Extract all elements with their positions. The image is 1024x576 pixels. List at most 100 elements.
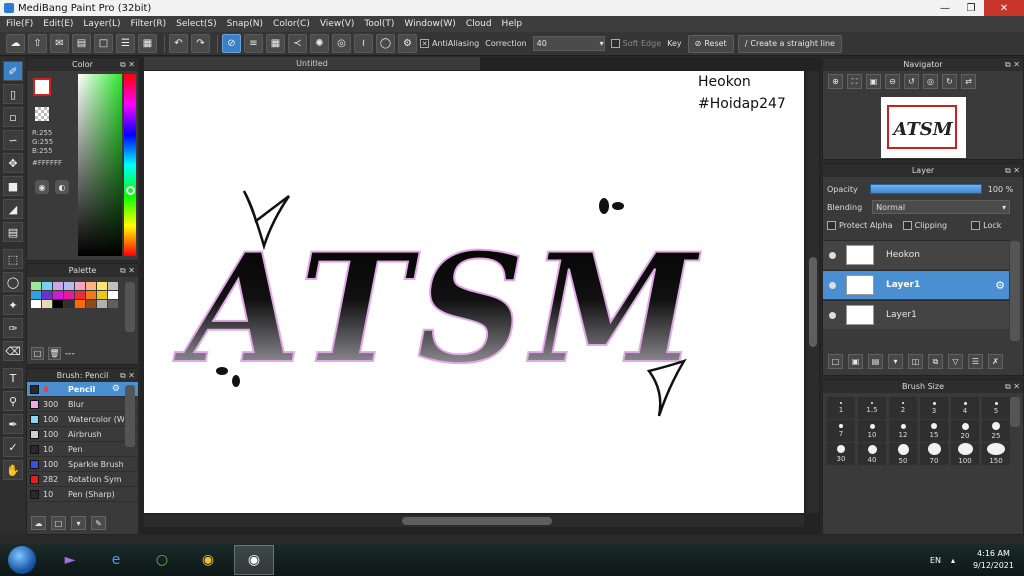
palette-swatch[interactable] — [42, 282, 52, 290]
navigator-viewport[interactable] — [887, 105, 957, 149]
redo-icon[interactable]: ↷ — [191, 34, 210, 53]
menu-edit[interactable]: Edit(E) — [43, 19, 73, 29]
new-palette-icon[interactable]: □ — [31, 347, 44, 360]
palette-swatch[interactable] — [75, 291, 85, 299]
document-icon[interactable]: □ — [94, 34, 113, 53]
straight-line-button[interactable]: ∕ Create a straight line — [737, 34, 842, 53]
brush-size-option[interactable]: 30 — [827, 443, 855, 465]
gear-icon[interactable]: ⚙ — [112, 384, 120, 394]
palette-swatch[interactable] — [108, 291, 118, 299]
brush-size-option[interactable]: 70 — [920, 443, 948, 465]
brush-item[interactable]: 100 Sparkle Brush — [27, 457, 138, 472]
hue-slider-handle[interactable] — [126, 186, 135, 195]
select-eraser-icon[interactable]: ⌫ — [3, 341, 23, 361]
menu-help[interactable]: Help — [502, 19, 523, 29]
snap-radial-icon[interactable]: ✺ — [310, 34, 329, 53]
comment-icon[interactable]: ✉ — [50, 34, 69, 53]
list-icon[interactable]: ☰ — [116, 34, 135, 53]
close-button[interactable]: ✕ — [984, 0, 1024, 16]
zoom-fit-icon[interactable]: ⛶ — [847, 74, 862, 89]
menu-layer[interactable]: Layer(L) — [83, 19, 120, 29]
menu-snap[interactable]: Snap(N) — [227, 19, 263, 29]
brush-size-option[interactable]: 20 — [951, 420, 979, 442]
rotate-reset-icon[interactable]: ◎ — [923, 74, 938, 89]
palette-swatch[interactable] — [108, 300, 118, 308]
folder-icon[interactable]: ◫ — [908, 354, 923, 369]
dot-tool-icon[interactable]: ▫ — [3, 107, 23, 127]
brush-size-option[interactable]: 100 — [951, 443, 979, 465]
add-layer-menu-icon[interactable]: ▾ — [888, 354, 903, 369]
rotate-right-icon[interactable]: ↻ — [942, 74, 957, 89]
menu-file[interactable]: File(F) — [6, 19, 33, 29]
navigator-thumbnail[interactable]: ATSM — [881, 97, 966, 158]
soft-edge-toggle[interactable]: Soft Edge — [610, 39, 661, 48]
zoom-actual-icon[interactable]: ▣ — [866, 74, 881, 89]
layer-item[interactable]: Heokon — [823, 240, 1009, 269]
protect-alpha-checkbox[interactable] — [827, 220, 836, 230]
zoom-in-icon[interactable]: ⊕ — [828, 74, 843, 89]
palette-swatch[interactable] — [42, 300, 52, 308]
cloud-icon[interactable]: ☁ — [6, 34, 25, 53]
palette-swatch[interactable] — [31, 291, 41, 299]
panel-controls[interactable]: ⧉ ✕ — [1005, 58, 1020, 71]
chat-app-icon[interactable]: ○ — [142, 545, 182, 575]
lasso-tool-icon[interactable]: ◯ — [3, 272, 23, 292]
divide-tool-icon[interactable]: ⚲ — [3, 391, 23, 411]
menu-tool[interactable]: Tool(T) — [364, 19, 394, 29]
brush-size-option[interactable]: 12 — [889, 420, 917, 442]
eyedropper-tool-icon[interactable]: ✒ — [3, 414, 23, 434]
panel-controls[interactable]: ⧉ ✕ — [1005, 380, 1020, 393]
palette-swatch[interactable] — [64, 300, 74, 308]
snap-parallel-icon[interactable]: ≡ — [244, 34, 263, 53]
brush-settings-icon[interactable]: ✎ — [91, 516, 106, 530]
lock-checkbox[interactable] — [971, 220, 981, 230]
palette-swatch[interactable] — [97, 300, 107, 308]
snap-off-icon[interactable]: ⊘ — [222, 34, 241, 53]
canvas-horizontal-scrollbar[interactable] — [144, 515, 804, 527]
panel-controls[interactable]: ⧉ ✕ — [1005, 164, 1020, 177]
text-tool-icon[interactable]: T — [3, 368, 23, 388]
chrome-icon[interactable]: ◉ — [188, 545, 228, 575]
brush-size-option[interactable]: 7 — [827, 420, 855, 442]
palette-swatch[interactable] — [75, 282, 85, 290]
brush-item[interactable]: 4 Pencil ⚙ — [27, 382, 138, 397]
panel-controls[interactable]: ⧉ ✕ — [120, 264, 135, 277]
brush-size-option[interactable]: 10 — [858, 420, 886, 442]
snap-grid-icon[interactable]: ▦ — [266, 34, 285, 53]
menu-color[interactable]: Color(C) — [273, 19, 310, 29]
brush-size-option[interactable]: 4 — [951, 397, 979, 419]
saturation-value-picker[interactable] — [78, 74, 122, 256]
brush-item[interactable]: 100 Watercolor (W — [27, 412, 138, 427]
brush-item[interactable]: 100 Airbrush — [27, 427, 138, 442]
delete-layer-icon[interactable]: ✗ — [988, 354, 1003, 369]
palette-swatch[interactable] — [53, 300, 63, 308]
magic-wand-icon[interactable]: ✦ — [3, 295, 23, 315]
drawing-canvas[interactable]: ATSM Heokon #Hoidap247 — [144, 71, 804, 513]
brush-menu-icon[interactable]: ▾ — [71, 516, 86, 530]
layer-item[interactable]: Layer1 — [823, 300, 1009, 329]
layer-scrollbar[interactable] — [1010, 241, 1020, 341]
clock[interactable]: 4:16 AM 9/12/2021 — [973, 548, 1014, 572]
merge-down-icon[interactable]: ▽ — [948, 354, 963, 369]
language-indicator[interactable]: EN — [930, 556, 941, 565]
clipping-checkbox[interactable] — [902, 220, 912, 230]
soft-edge-checkbox[interactable] — [610, 39, 620, 48]
snap-vanish-icon[interactable]: ≺ — [288, 34, 307, 53]
antialiasing-checkbox[interactable]: ✕ — [420, 39, 429, 48]
shape-tool-icon[interactable]: ■ — [3, 176, 23, 196]
minimize-button[interactable]: — — [932, 0, 958, 16]
palette-swatch[interactable] — [97, 291, 107, 299]
rotate-left-icon[interactable]: ↺ — [904, 74, 919, 89]
stroke-tool-icon[interactable]: ∽ — [3, 130, 23, 150]
correction-select[interactable]: 40 ▾ — [532, 36, 605, 51]
menu-cloud[interactable]: Cloud — [466, 19, 492, 29]
select-tool-icon[interactable]: ⬚ — [3, 249, 23, 269]
snap-settings-icon[interactable]: ⚙ — [398, 34, 417, 53]
select-pen-icon[interactable]: ✑ — [3, 318, 23, 338]
visibility-icon[interactable] — [829, 251, 836, 259]
new-brush-icon[interactable]: □ — [51, 516, 66, 530]
layer-properties-icon[interactable]: ☰ — [968, 354, 983, 369]
brush-item[interactable]: 300 Blur — [27, 397, 138, 412]
menu-window[interactable]: Window(W) — [404, 19, 455, 29]
snap-ellipse-icon[interactable]: ◯ — [376, 34, 395, 53]
